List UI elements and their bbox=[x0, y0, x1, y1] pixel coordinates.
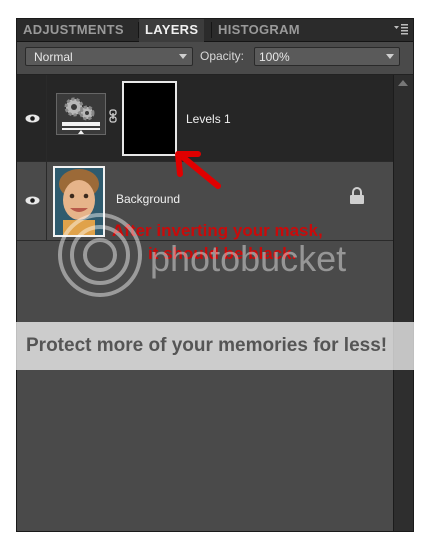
gears-icon bbox=[56, 93, 106, 135]
tab-layers[interactable]: LAYERS bbox=[139, 19, 205, 42]
visibility-toggle[interactable] bbox=[17, 75, 47, 161]
layer-name-background[interactable]: Background bbox=[116, 192, 180, 206]
blend-mode-select[interactable]: Normal bbox=[25, 47, 193, 66]
dropdown-arrow-icon bbox=[179, 54, 187, 59]
arrow-annotation-icon bbox=[175, 151, 221, 189]
opacity-field[interactable]: 100% bbox=[254, 47, 400, 66]
vertical-scrollbar[interactable] bbox=[393, 75, 413, 531]
opacity-value: 100% bbox=[259, 50, 290, 64]
scroll-up-arrow-icon[interactable] bbox=[398, 80, 408, 86]
panel-menu-icon[interactable] bbox=[393, 22, 409, 36]
layers-list: Levels 1 Background bbox=[17, 75, 393, 531]
eye-icon bbox=[25, 114, 40, 123]
layer-mask-thumbnail[interactable] bbox=[122, 81, 177, 156]
layer-options-bar: Normal Opacity: 100% bbox=[17, 42, 413, 75]
visibility-toggle[interactable] bbox=[17, 162, 47, 240]
eye-icon bbox=[25, 196, 40, 205]
panel-tab-bar: ADJUSTMENTS LAYERS HISTOGRAM bbox=[17, 19, 413, 42]
layer-name-levels[interactable]: Levels 1 bbox=[186, 112, 231, 126]
chain-link-icon[interactable] bbox=[109, 109, 117, 123]
lock-icon bbox=[350, 187, 364, 204]
blend-mode-value: Normal bbox=[34, 50, 73, 64]
watermark-banner: Protect more of your memories for less! bbox=[16, 322, 414, 370]
watermark-brand: photobucket bbox=[150, 238, 347, 279]
opacity-label: Opacity: bbox=[200, 49, 245, 63]
tab-histogram[interactable]: HISTOGRAM bbox=[212, 19, 306, 41]
tab-adjustments[interactable]: ADJUSTMENTS bbox=[17, 19, 130, 41]
watermark-banner-text: Protect more of your memories for less! bbox=[26, 335, 388, 356]
watermark-logo-icon bbox=[58, 213, 142, 297]
dropdown-arrow-icon bbox=[386, 54, 394, 59]
